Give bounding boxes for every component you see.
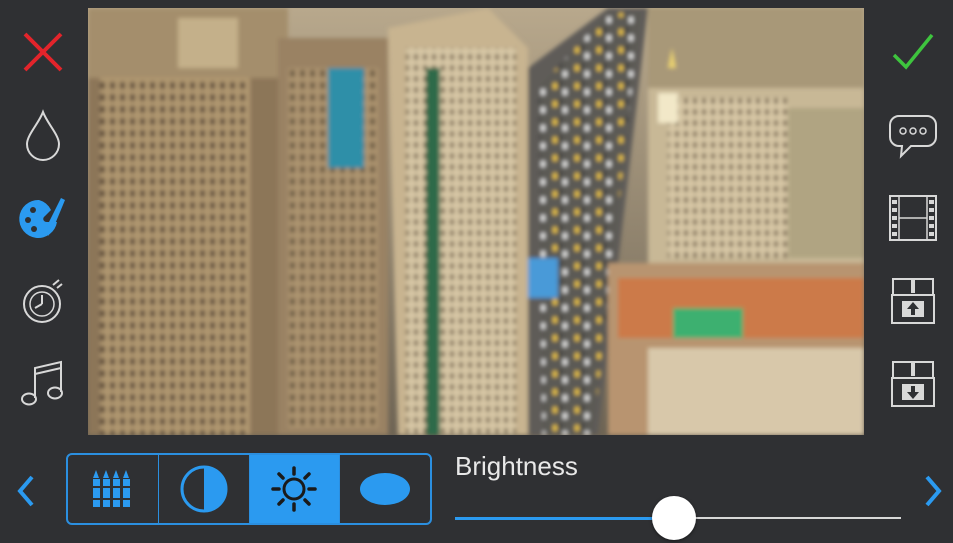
vignette-tool[interactable] xyxy=(340,455,430,523)
tool-selector xyxy=(66,453,432,525)
photo-preview[interactable] xyxy=(88,8,864,435)
contrast-tool[interactable] xyxy=(159,455,250,523)
checkmark-icon xyxy=(892,33,934,70)
confirm-button[interactable] xyxy=(885,24,941,80)
box-download-icon xyxy=(891,360,935,407)
film-button[interactable] xyxy=(885,190,941,246)
slider-thumb[interactable] xyxy=(651,496,696,540)
box-upload-icon xyxy=(891,277,935,324)
crayons-tool[interactable] xyxy=(68,455,159,523)
speech-bubble-icon xyxy=(889,114,937,159)
chevron-left-icon xyxy=(17,475,34,507)
slider-fill xyxy=(455,517,674,520)
close-icon xyxy=(23,32,63,71)
adjustment-label: Brightness xyxy=(455,451,578,481)
previous-button[interactable] xyxy=(12,473,40,509)
sun-icon xyxy=(271,466,318,512)
drop-icon xyxy=(25,108,61,161)
left-toolbar xyxy=(0,0,86,435)
contrast-icon xyxy=(180,465,228,513)
timer-icon xyxy=(23,278,63,323)
crayons-icon xyxy=(92,470,130,507)
next-button[interactable] xyxy=(919,473,947,509)
right-toolbar xyxy=(873,0,953,435)
city-photo xyxy=(88,8,864,435)
adjustment-bar: Brightness xyxy=(0,435,953,543)
timer-button[interactable] xyxy=(15,273,71,329)
music-note-icon xyxy=(21,360,63,405)
brightness-tool[interactable] xyxy=(249,455,341,523)
ellipse-vignette-icon xyxy=(360,473,411,505)
music-button[interactable] xyxy=(15,356,71,412)
export-button[interactable] xyxy=(885,273,941,329)
cancel-button[interactable] xyxy=(15,24,71,80)
caption-button[interactable] xyxy=(885,107,941,163)
import-button[interactable] xyxy=(885,356,941,412)
chevron-right-icon xyxy=(925,475,942,507)
palette-button[interactable] xyxy=(15,190,71,246)
film-strip-icon xyxy=(889,194,937,241)
drop-button[interactable] xyxy=(15,107,71,163)
palette-icon xyxy=(19,197,65,238)
brightness-slider[interactable] xyxy=(455,487,901,540)
